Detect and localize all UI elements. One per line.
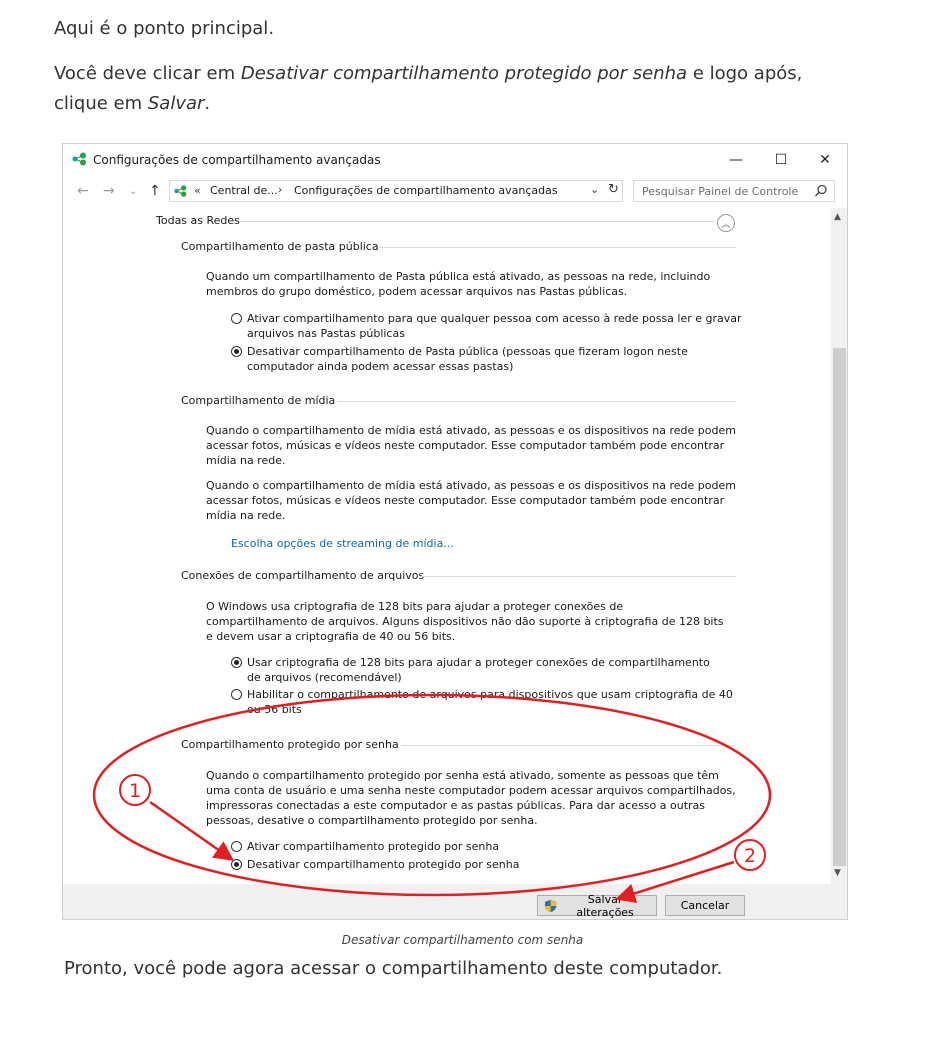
breadcrumb-overflow-icon[interactable]: «	[194, 184, 201, 197]
save-changes-label: Salvar alterações	[576, 892, 634, 919]
breadcrumb-separator-icon[interactable]: ›	[278, 183, 282, 196]
scrollbar-thumb[interactable]	[833, 348, 846, 866]
breadcrumb-current[interactable]: Configurações de compartilhamento avança…	[294, 184, 558, 197]
dialog-footer: Salvar alterações Cancelar	[63, 884, 847, 919]
intro2-text-c: .	[204, 93, 211, 114]
search-box[interactable]	[633, 180, 835, 202]
password-sharing-enable-radio[interactable]	[231, 841, 242, 852]
public-folder-heading: Compartilhamento de pasta pública	[181, 240, 379, 253]
outro-paragraph: Pronto, você pode agora acessar o compar…	[64, 958, 723, 979]
encryption-128-radio[interactable]	[231, 657, 242, 668]
uac-shield-icon	[544, 899, 557, 912]
public-folder-enable-radio[interactable]	[231, 313, 242, 324]
encryption-128-label[interactable]: Usar criptografia de 128 bits para ajuda…	[247, 655, 727, 685]
password-sharing-disable-label[interactable]: Desativar compartilhamento protegido por…	[247, 857, 727, 872]
file-sharing-heading: Conexões de compartilhamento de arquivos	[181, 569, 425, 582]
maximize-button[interactable]: ☐	[761, 148, 801, 172]
intro2-emphasis-save: Salvar	[147, 93, 205, 114]
network-sharing-icon	[174, 185, 187, 197]
breadcrumb-central[interactable]: Central de...	[210, 184, 278, 197]
close-button[interactable]: ✕	[805, 148, 845, 172]
all-networks-heading: Todas as Redes	[156, 214, 240, 227]
scroll-up-arrow-icon[interactable]: ▲	[834, 212, 841, 222]
network-sharing-icon	[72, 152, 86, 166]
address-dropdown-chevron-icon[interactable]: ⌄	[590, 183, 599, 196]
media-description-2: Quando o compartilhamento de mídia está …	[206, 479, 736, 522]
media-description-1: Quando o compartilhamento de mídia está …	[206, 424, 736, 467]
window-title: Configurações de compartilhamento avança…	[93, 153, 381, 167]
scroll-down-arrow-icon[interactable]: ▼	[834, 868, 841, 878]
encryption-40-56-label[interactable]: Habilitar o compartilhamento de arquivos…	[247, 687, 737, 717]
divider	[421, 576, 736, 577]
back-arrow-icon[interactable]: ←	[77, 183, 89, 199]
forward-arrow-icon[interactable]: →	[103, 183, 115, 199]
minimize-button[interactable]: —	[716, 148, 756, 172]
refresh-icon[interactable]: ↻	[608, 182, 619, 197]
search-input[interactable]	[634, 181, 810, 201]
vertical-scrollbar[interactable]: ▲ ▼	[831, 208, 847, 884]
divider	[379, 247, 736, 248]
password-sharing-description: Quando o compartilhamento protegido por …	[206, 769, 736, 827]
public-folder-disable-radio[interactable]	[231, 346, 242, 357]
intro2-emphasis-option: Desativar compartilhamento protegido por…	[240, 63, 688, 84]
figure-caption: Desativar compartilhamento com senha	[341, 933, 584, 947]
address-toolbar: ← → ⌄ ↑ « Central de... › Configurações …	[63, 178, 847, 206]
recent-locations-chevron-icon[interactable]: ⌄	[129, 186, 137, 197]
divider	[401, 745, 736, 746]
up-arrow-icon[interactable]: ↑	[149, 183, 161, 199]
settings-content: Todas as Redes ︿ Compartilhamento de pas…	[63, 208, 829, 884]
public-folder-description: Quando um compartilhamento de Pasta públ…	[206, 270, 711, 298]
window-titlebar[interactable]: Configurações de compartilhamento avança…	[63, 144, 847, 176]
media-heading: Compartilhamento de mídia	[181, 394, 336, 407]
divider	[240, 221, 715, 222]
cancel-button[interactable]: Cancelar	[665, 895, 745, 916]
password-sharing-heading: Compartilhamento protegido por senha	[181, 738, 399, 751]
password-sharing-disable-radio[interactable]	[231, 859, 242, 870]
search-icon[interactable]	[814, 184, 828, 198]
collapse-chevron-up-icon[interactable]: ︿	[717, 214, 735, 232]
settings-window: Configurações de compartilhamento avança…	[62, 143, 848, 920]
intro2-text-a: Você deve clicar em	[54, 63, 241, 84]
media-streaming-link[interactable]: Escolha opções de streaming de mídia...	[231, 537, 454, 550]
file-sharing-description: O Windows usa criptografia de 128 bits p…	[206, 600, 724, 643]
public-folder-disable-label[interactable]: Desativar compartilhamento de Pasta públ…	[247, 344, 707, 374]
divider	[337, 401, 736, 402]
public-folder-enable-label[interactable]: Ativar compartilhamento para que qualque…	[247, 311, 747, 341]
intro-paragraph-1: Aqui é o ponto principal.	[54, 18, 275, 39]
password-sharing-enable-label[interactable]: Ativar compartilhamento protegido por se…	[247, 839, 727, 854]
save-changes-button[interactable]: Salvar alterações	[537, 892, 657, 919]
intro-paragraph-2: Você deve clicar em Desativar compartilh…	[54, 59, 854, 119]
address-bar[interactable]: « Central de... › Configurações de compa…	[169, 180, 623, 202]
encryption-40-56-radio[interactable]	[231, 689, 242, 700]
